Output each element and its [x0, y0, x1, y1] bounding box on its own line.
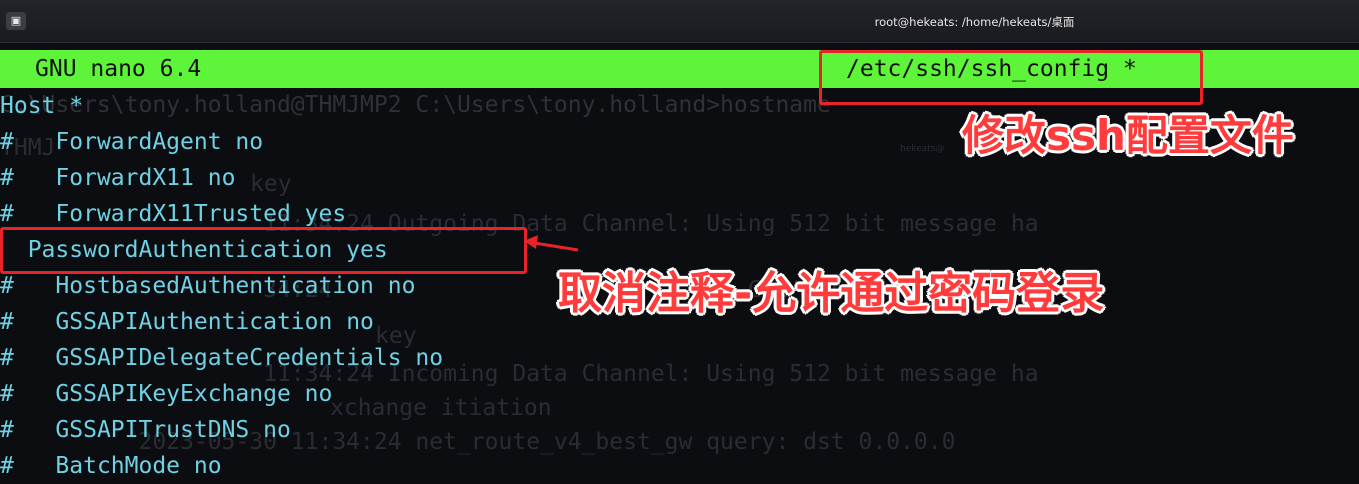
editor-line-text: ForwardX11 no — [13, 165, 236, 191]
background-prompt: C:\Users\tony.holland@THMJMP2 C:\Users\t… — [0, 92, 831, 118]
password-callout-label: 取消注释-允许通过密码登录 — [558, 268, 1105, 319]
editor-line-text: Host * — [0, 93, 84, 119]
config-callout-label: 修改ssh配置文件 — [962, 111, 1294, 160]
editor-line-text: GSSAPIKeyExchange no — [13, 381, 333, 407]
editor-line[interactable]: # GSSAPIKeyExchange no — [0, 376, 332, 412]
editor-line-text: BatchMode no — [13, 453, 222, 479]
annotation-arrow-icon — [524, 235, 579, 252]
editor-line[interactable]: # ForwardAgent no — [0, 124, 263, 160]
editor-line-text: GSSAPIAuthentication no — [13, 309, 374, 335]
comment-marker: # — [0, 345, 14, 371]
comment-marker: # — [0, 201, 14, 227]
editor-line-text: ForwardAgent no — [13, 129, 264, 155]
editor-line[interactable]: # GSSAPITrustDNS no — [0, 412, 291, 448]
filename-highlight-box — [819, 50, 1203, 105]
comment-marker: # — [0, 309, 14, 335]
comment-marker: # — [0, 273, 14, 299]
window-titlebar: ▣ root@hekeats: /home/hekeats/桌面 — [0, 0, 1359, 43]
editor-line[interactable]: # ForwardX11 no — [0, 160, 235, 196]
comment-marker: # — [0, 165, 14, 191]
password-line-highlight-box — [0, 227, 527, 274]
editor-line-text: GSSAPITrustDNS no — [13, 417, 291, 443]
editor-line[interactable]: # GSSAPIAuthentication no — [0, 304, 374, 340]
editor-line-text: GSSAPIDelegateCredentials no — [13, 345, 444, 371]
comment-marker: # — [0, 453, 14, 479]
window-title: root@hekeats: /home/hekeats/桌面 — [874, 15, 1075, 29]
editor-line[interactable]: Host * — [0, 88, 83, 124]
editor-line-text: ForwardX11Trusted yes — [13, 201, 347, 227]
nano-version: GNU nano 6.4 — [35, 56, 202, 82]
comment-marker: # — [0, 381, 14, 407]
background-text: xchange itiation — [330, 395, 552, 421]
comment-marker: # — [0, 417, 14, 443]
editor-line-text: HostbasedAuthentication no — [13, 273, 416, 299]
editor-line[interactable]: # GSSAPIDelegateCredentials no — [0, 340, 443, 376]
background-mini-text: hekeats@ — [900, 144, 945, 154]
comment-marker: # — [0, 129, 14, 155]
editor-line[interactable]: # BatchMode no — [0, 448, 222, 484]
